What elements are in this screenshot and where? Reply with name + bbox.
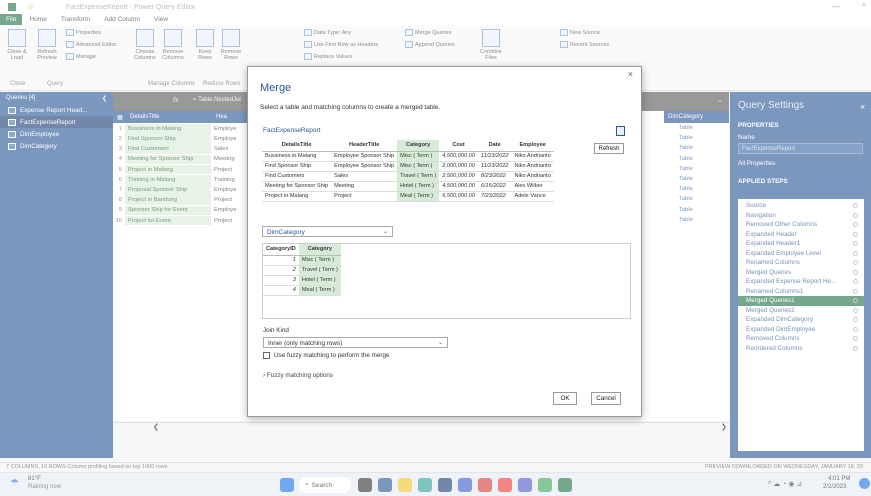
cell: 6,500,000.00 [439, 191, 478, 202]
cell: Employee Sponsor Ship [331, 161, 398, 172]
table-row: Find Customers Sales Travel ( Term ) 2,500,… [262, 171, 554, 182]
cell: 1 [263, 255, 299, 266]
table-row: Find Sponsor Ship Employee Sponsor Ship Mi… [262, 161, 554, 172]
column-header[interactable]: Category [397, 140, 440, 152]
checkbox-box[interactable] [263, 352, 270, 359]
cell: Misc ( Term ) [298, 255, 341, 266]
cell: Hotel ( Term ) [298, 275, 341, 286]
cell: Adele Vance [511, 191, 554, 202]
cell: Niko Andrianto [511, 151, 554, 162]
cell: Niko Andrianto [511, 161, 554, 172]
close-icon[interactable]: × [628, 69, 633, 79]
cell: 11/23/2022 [477, 151, 512, 162]
second-table-select[interactable]: DimCategory ⌄ [262, 226, 393, 237]
fuzzy-matching-checkbox[interactable]: Use fuzzy matching to perform the merge [263, 352, 390, 359]
table-row: 4 Meal ( Term ) [263, 285, 341, 296]
cell: 4,500,000.00 [439, 151, 478, 162]
chevron-down-icon: ⌄ [382, 229, 388, 235]
second-table-box: CategoryID Category 1 Misc ( Term ) 2 Travel… [262, 243, 631, 319]
table-row: Bussiness in Malang Employee Sponsor Ship… [262, 151, 554, 162]
cell: Meal ( Term ) [298, 285, 341, 296]
cell: Hotel ( Term ) [397, 181, 440, 192]
cell: Find Customers [262, 171, 332, 182]
column-header[interactable]: Employee [511, 140, 554, 152]
chevron-right-icon: › [263, 372, 266, 379]
chevron-down-icon: ⌄ [437, 340, 443, 346]
table-row: Meeting for Sponsor Ship Meeting Hotel ( T… [262, 181, 554, 192]
column-header[interactable]: CategoryID [263, 244, 299, 256]
dialog-title: Merge [260, 82, 292, 94]
column-header[interactable]: Date [477, 140, 512, 152]
column-header[interactable]: Cost [439, 140, 478, 152]
table-row: 2 Travel ( Term ) [263, 265, 341, 276]
cell: Meeting [331, 181, 398, 192]
first-table-preview: DetailsTitle HeaderTitle Category Cost Date E… [262, 140, 554, 202]
join-kind-select[interactable]: Inner (only matching rows) ⌄ [263, 337, 448, 348]
cell: 8/23/2022 [477, 171, 512, 182]
column-header[interactable]: Category [298, 244, 341, 256]
merge-dialog: × Merge Select a table and matching colu… [247, 66, 642, 417]
fuzzy-options-toggle[interactable]: › Fuzzy matching options [263, 372, 333, 379]
cell: 2,000,000.00 [439, 161, 478, 172]
column-header[interactable]: DetailsTitle [262, 140, 332, 152]
cell: 3 [263, 275, 299, 286]
cell: Employee Sponsor Ship [331, 151, 398, 162]
cell: 2 [263, 265, 299, 276]
cell: Bussiness in Malang [262, 151, 332, 162]
ok-button[interactable]: OK [553, 392, 577, 405]
cell: Misc ( Term ) [397, 161, 440, 172]
first-table-name: FactExpenseReport [263, 127, 321, 134]
cell: Sales [331, 171, 398, 182]
cell: Alex Wilber [511, 181, 554, 192]
cell: 4 [263, 285, 299, 296]
cell: Meeting for Sponsor Ship [262, 181, 332, 192]
cell: Travel ( Term ) [298, 265, 341, 276]
cell: 4,500,000.00 [439, 181, 478, 192]
cell: Project [331, 191, 398, 202]
dialog-description: Select a table and matching columns to c… [260, 104, 441, 111]
column-header[interactable]: HeaderTitle [331, 140, 398, 152]
cancel-button[interactable]: Cancel [591, 392, 621, 405]
cell: 6/15/2022 [477, 181, 512, 192]
cell: 7/23/2022 [477, 191, 512, 202]
cell: Project in Malang [262, 191, 332, 202]
cell: Meal ( Term ) [397, 191, 440, 202]
cell: 2,500,000.00 [439, 171, 478, 182]
join-kind-label: Join Kind [263, 327, 289, 334]
table-row: Project in Malang Project Meal ( Term ) 6,5… [262, 191, 554, 202]
table-row: 1 Misc ( Term ) [263, 255, 341, 266]
second-table-preview: CategoryID Category 1 Misc ( Term ) 2 Travel… [263, 244, 341, 296]
preview-icon[interactable] [616, 126, 625, 136]
cell: 11/23/2022 [477, 161, 512, 172]
cell: Misc ( Term ) [397, 151, 440, 162]
table-row: 3 Hotel ( Term ) [263, 275, 341, 286]
refresh-button[interactable]: Refresh [594, 143, 624, 154]
cell: Travel ( Term ) [397, 171, 440, 182]
cell: Niko Andrianto [511, 171, 554, 182]
cell: Find Sponsor Ship [262, 161, 332, 172]
